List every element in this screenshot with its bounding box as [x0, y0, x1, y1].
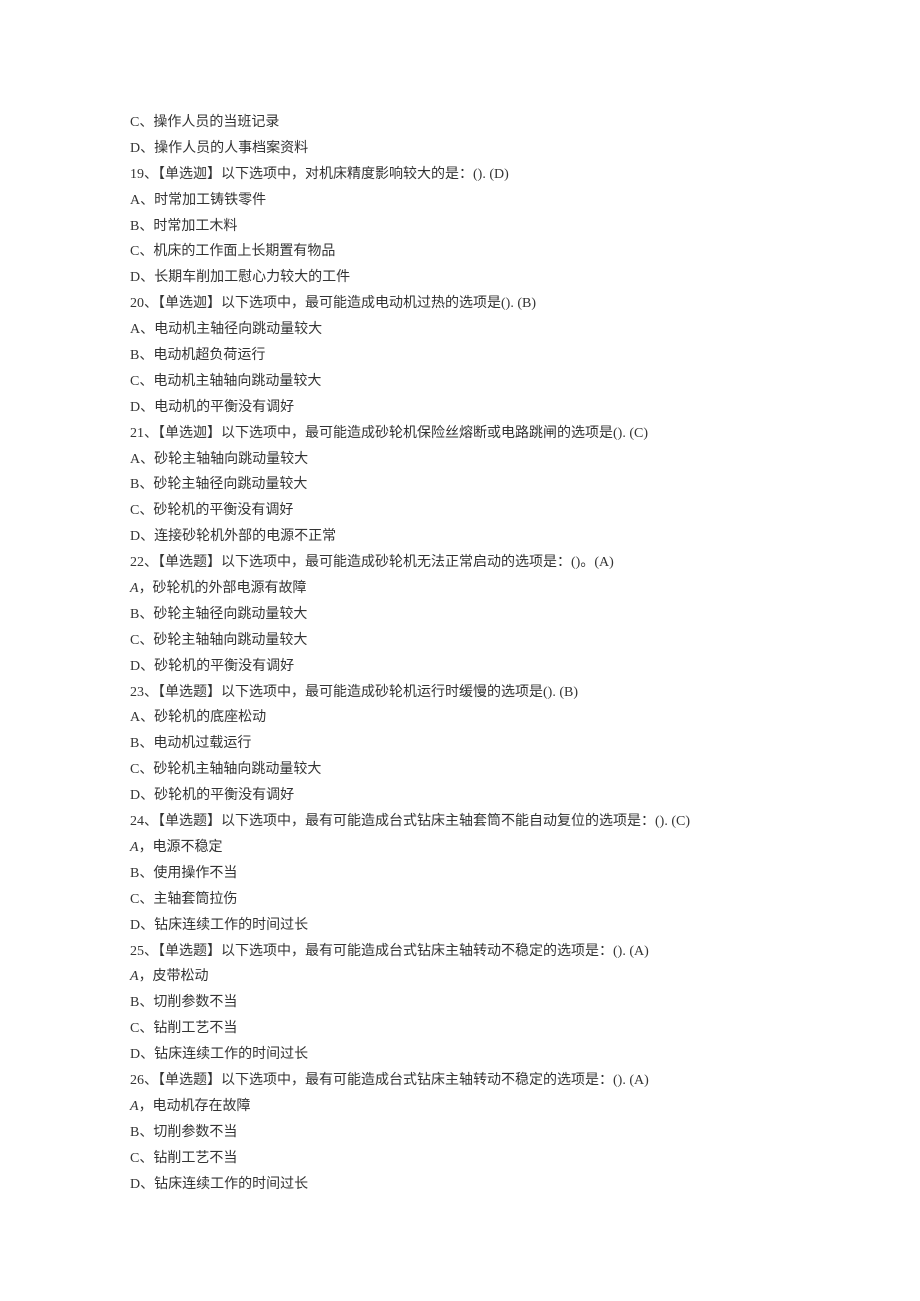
- text-line: D、操作人员的人事档案资料: [130, 136, 790, 162]
- italic-prefix: A: [130, 581, 139, 596]
- text-line: B、使用操作不当: [130, 861, 790, 887]
- text-line: C、钻削工艺不当: [130, 1016, 790, 1042]
- text-line: 21、【单选迦】以下选项中，最可能造成砂轮机保险丝熔断或电路跳闸的选项是(). …: [130, 421, 790, 447]
- text-line: B、切削参数不当: [130, 990, 790, 1016]
- text-line: A，电源不稳定: [130, 835, 790, 861]
- text-line: D、钻床连续工作的时间过长: [130, 1042, 790, 1068]
- text-line: A，砂轮机的外部电源有故障: [130, 576, 790, 602]
- line-rest: ，皮带松动: [139, 969, 209, 984]
- text-line: A、电动机主轴径向跳动量较大: [130, 317, 790, 343]
- text-line: 26、【单选题】以下选项中，最有可能造成台式钻床主轴转动不稳定的选项是：(). …: [130, 1068, 790, 1094]
- text-line: 23、【单选题】以下选项中，最可能造成砂轮机运行时缓慢的选项是(). (B): [130, 680, 790, 706]
- text-line: D、砂轮机的平衡没有调好: [130, 654, 790, 680]
- text-line: D、电动机的平衡没有调好: [130, 395, 790, 421]
- text-line: B、电动机超负荷运行: [130, 343, 790, 369]
- text-line: D、钻床连续工作的时间过长: [130, 913, 790, 939]
- document-page: C、操作人员的当班记录D、操作人员的人事档案资料19、【单选迦】以下选项中，对机…: [0, 0, 920, 1301]
- text-line: B、电动机过载运行: [130, 731, 790, 757]
- line-rest: ，电源不稳定: [139, 840, 223, 855]
- text-line: C、钻削工艺不当: [130, 1146, 790, 1172]
- text-line: 22、【单选题】以下选项中，最可能造成砂轮机无法正常启动的选项是：()。(A): [130, 550, 790, 576]
- text-line: B、时常加工木料: [130, 214, 790, 240]
- text-line: A，皮带松动: [130, 964, 790, 990]
- italic-prefix: A: [130, 1099, 139, 1114]
- text-line: C、砂轮主轴轴向跳动量较大: [130, 628, 790, 654]
- text-line: C、操作人员的当班记录: [130, 110, 790, 136]
- text-line: D、钻床连续工作的时间过长: [130, 1172, 790, 1198]
- text-line: A，电动机存在故障: [130, 1094, 790, 1120]
- text-line: A、砂轮机的底座松动: [130, 705, 790, 731]
- text-line: C、砂轮机主轴轴向跳动量较大: [130, 757, 790, 783]
- line-rest: ，砂轮机的外部电源有故障: [139, 581, 307, 596]
- text-line: B、砂轮主轴径向跳动量较大: [130, 602, 790, 628]
- text-line: B、切削参数不当: [130, 1120, 790, 1146]
- text-line: A、砂轮主轴轴向跳动量较大: [130, 447, 790, 473]
- text-line: B、砂轮主轴径向跳动量较大: [130, 472, 790, 498]
- text-line: A、时常加工铸铁零件: [130, 188, 790, 214]
- italic-prefix: A: [130, 969, 139, 984]
- text-line: D、连接砂轮机外部的电源不正常: [130, 524, 790, 550]
- text-line: C、电动机主轴轴向跳动量较大: [130, 369, 790, 395]
- text-line: D、砂轮机的平衡没有调好: [130, 783, 790, 809]
- text-line: D、长期车削加工慰心力较大的工件: [130, 265, 790, 291]
- text-line: C、主轴套筒拉伤: [130, 887, 790, 913]
- text-line: 24、【单选题】以下选项中，最有可能造成台式钻床主轴套筒不能自动复位的选项是：(…: [130, 809, 790, 835]
- line-rest: ，电动机存在故障: [139, 1099, 251, 1114]
- italic-prefix: A: [130, 840, 139, 855]
- text-line: 25、【单选题】以下选项中，最有可能造成台式钻床主轴转动不稳定的选项是：(). …: [130, 939, 790, 965]
- text-line: 19、【单选迦】以下选项中，对机床精度影响较大的是：(). (D): [130, 162, 790, 188]
- text-line: C、机床的工作面上长期置有物品: [130, 239, 790, 265]
- text-line: 20、【单选迦】以下选项中，最可能造成电动机过热的选项是(). (B): [130, 291, 790, 317]
- text-line: C、砂轮机的平衡没有调好: [130, 498, 790, 524]
